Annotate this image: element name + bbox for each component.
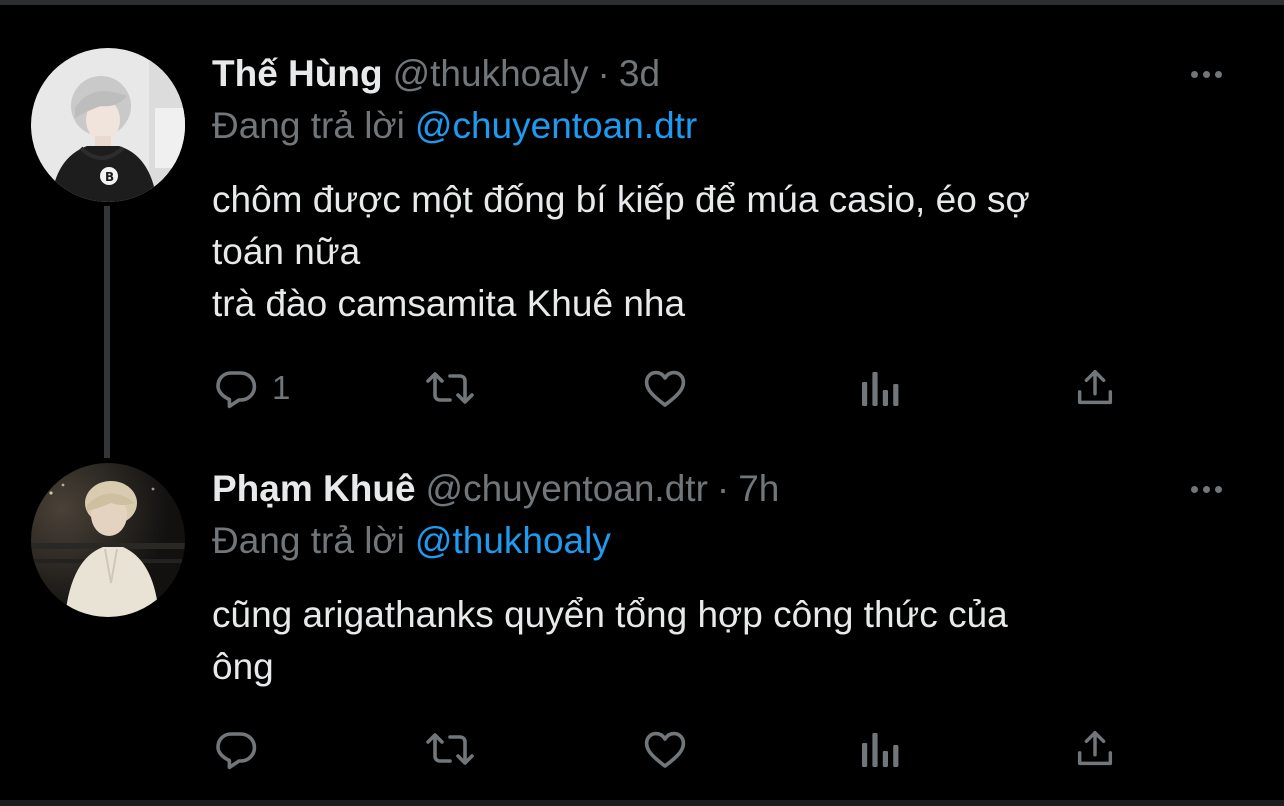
reply-icon <box>216 732 257 770</box>
avatar[interactable]: B <box>31 48 185 202</box>
timestamp[interactable]: 3d <box>619 53 660 94</box>
views-button[interactable] <box>858 362 902 414</box>
tweet-text-line: toán nữa <box>212 231 361 272</box>
tweet-text-line: trà đào camsamita Khuê nha <box>212 283 686 324</box>
tweet-text: chôm được một đống bí kiếp để múa casio,… <box>212 174 1212 330</box>
views-chart-icon <box>862 733 899 767</box>
tweet-text-line: ông <box>212 646 274 687</box>
tweet-actions <box>212 723 1132 775</box>
tweet-text-line: cũng arigathanks quyển tổng hợp công thứ… <box>212 594 1008 635</box>
tweet[interactable]: Phạm Khuê @chuyentoan.dtr · 7h Đang trả lời… <box>0 455 1284 795</box>
mention-link[interactable]: @chuyentoan.dtr <box>415 105 697 146</box>
replying-to: Đang trả lời @chuyentoan.dtr <box>212 104 697 148</box>
display-name[interactable]: Thế Hùng <box>212 53 383 94</box>
replying-to: Đang trả lời @thukhoaly <box>212 519 611 563</box>
retweet-button[interactable] <box>424 723 476 775</box>
tweet-header: Phạm Khuê @chuyentoan.dtr · 7h <box>212 467 779 511</box>
timestamp[interactable]: 7h <box>738 468 779 509</box>
reply-prefix: Đang trả lời <box>212 520 405 561</box>
heart-icon <box>644 731 686 768</box>
views-button[interactable] <box>858 723 902 775</box>
svg-text:B: B <box>105 170 114 184</box>
reply-count: 1 <box>272 369 291 406</box>
views-chart-icon <box>862 372 899 406</box>
window-bottom-border <box>0 800 1284 806</box>
more-horizontal-icon[interactable] <box>1182 477 1230 501</box>
user-handle[interactable]: @chuyentoan.dtr <box>426 468 708 509</box>
reply-icon <box>216 371 257 409</box>
avatar[interactable] <box>31 463 185 617</box>
tweet-text: cũng arigathanks quyển tổng hợp công thứ… <box>212 589 1212 693</box>
retweet-icon <box>426 372 474 404</box>
tweet-actions: 1 <box>212 362 1132 414</box>
reply-prefix: Đang trả lời <box>212 105 405 146</box>
reply-button[interactable]: 1 <box>212 362 290 414</box>
more-horizontal-icon[interactable] <box>1182 62 1230 86</box>
share-icon <box>1077 730 1113 766</box>
display-name[interactable]: Phạm Khuê <box>212 468 416 509</box>
like-button[interactable] <box>640 362 690 414</box>
tweet-text-line: chôm được một đống bí kiếp để múa casio,… <box>212 179 1030 220</box>
share-icon <box>1077 369 1113 405</box>
reply-button[interactable] <box>212 723 272 775</box>
like-button[interactable] <box>640 723 690 775</box>
share-button[interactable] <box>1072 723 1118 775</box>
separator-dot: · <box>597 53 610 94</box>
retweet-icon <box>426 733 474 765</box>
separator-dot: · <box>716 468 730 509</box>
heart-icon <box>644 370 686 407</box>
share-button[interactable] <box>1072 362 1118 414</box>
window-top-border <box>0 0 1284 5</box>
mention-link[interactable]: @thukhoaly <box>415 520 611 561</box>
tweet-header: Thế Hùng @thukhoaly · 3d <box>212 52 660 96</box>
retweet-button[interactable] <box>424 362 476 414</box>
tweet[interactable]: B Thế Hùng @thukhoaly · 3d Đang trả lời @chu… <box>0 40 1284 420</box>
user-handle[interactable]: @thukhoaly <box>393 53 589 94</box>
